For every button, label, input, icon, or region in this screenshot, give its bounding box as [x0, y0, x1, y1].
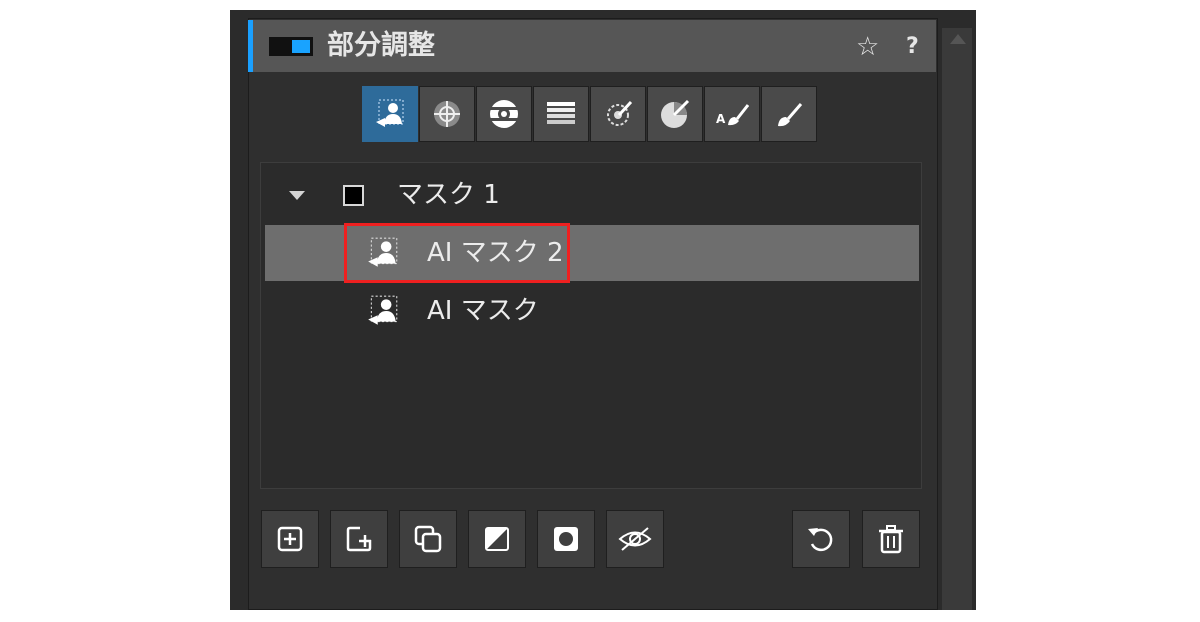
- radial-filter-tool-icon: [490, 100, 518, 128]
- star-icon[interactable]: ☆: [856, 32, 879, 62]
- add-to-mask-icon: [346, 526, 372, 552]
- tool-color-range[interactable]: [590, 86, 646, 142]
- toggle-knob: [292, 40, 310, 53]
- expand-triangle-icon[interactable]: [289, 191, 305, 200]
- luminosity-range-tool-icon: [661, 99, 690, 128]
- tool-ai-mask[interactable]: [362, 86, 418, 142]
- invert-mask-button[interactable]: [468, 510, 526, 568]
- tool-luminosity-range[interactable]: [647, 86, 703, 142]
- ai-mask-icon: [368, 295, 398, 325]
- add-mask-button[interactable]: [261, 510, 319, 568]
- mask-group-label: マスク 1: [397, 180, 500, 210]
- mask-list: マスク 1 AI マスク 2 AI マスク: [260, 162, 922, 489]
- reset-button[interactable]: [792, 510, 850, 568]
- svg-text:A: A: [716, 112, 726, 126]
- add-to-mask-button[interactable]: [330, 510, 388, 568]
- hide-mask-button[interactable]: [606, 510, 664, 568]
- tool-linear-gradient[interactable]: [533, 86, 589, 142]
- help-button[interactable]: ?: [906, 32, 919, 62]
- ai-mask-tool-icon: [376, 99, 404, 127]
- duplicate-icon: [414, 525, 442, 553]
- mask-overlay-button[interactable]: [537, 510, 595, 568]
- tool-control-point[interactable]: [419, 86, 475, 142]
- hide-mask-icon: [618, 527, 652, 551]
- mask-visibility-checkbox[interactable]: [343, 185, 364, 206]
- brush-tool-icon: [778, 103, 803, 127]
- linear-gradient-tool-icon: [547, 102, 575, 124]
- tool-brush[interactable]: [761, 86, 817, 142]
- panel-title: 部分調整: [327, 30, 435, 61]
- control-point-tool-icon: [434, 101, 460, 127]
- invert-icon: [485, 527, 509, 551]
- auto-brush-tool-icon: A: [716, 104, 749, 126]
- mask-tool-row: A: [362, 86, 818, 144]
- delete-button[interactable]: [862, 510, 920, 568]
- list-item[interactable]: AI マスク: [265, 283, 919, 339]
- list-item-label: AI マスク: [427, 296, 539, 326]
- color-range-tool-icon: [607, 100, 633, 126]
- delete-icon: [879, 525, 903, 554]
- reset-icon: [808, 528, 833, 552]
- title-accent-bar: [248, 20, 253, 72]
- panel-enable-toggle[interactable]: [269, 37, 313, 56]
- scroll-up-arrow[interactable]: [950, 34, 966, 44]
- highlight-box: [344, 223, 570, 283]
- mask-group-row[interactable]: マスク 1: [265, 167, 919, 223]
- tool-auto-brush[interactable]: A: [704, 86, 760, 142]
- scrollbar[interactable]: [942, 28, 972, 610]
- duplicate-button[interactable]: [399, 510, 457, 568]
- add-mask-icon: [277, 526, 303, 552]
- tool-radial-filter[interactable]: [476, 86, 532, 142]
- mask-overlay-icon: [554, 527, 578, 551]
